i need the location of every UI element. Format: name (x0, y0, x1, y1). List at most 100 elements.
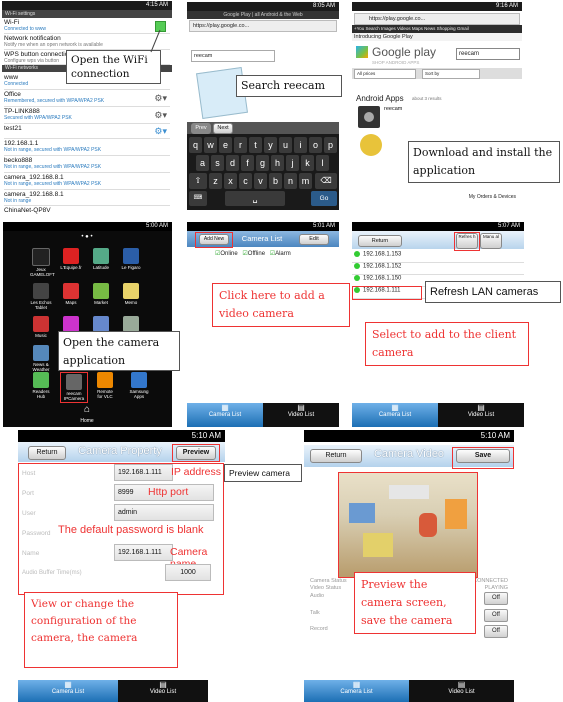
page-indicator: • ● • (81, 234, 93, 240)
record-label: Record (310, 626, 328, 632)
key-v[interactable]: v (254, 173, 267, 189)
tab-video-list[interactable]: ▤ Video List (118, 680, 208, 702)
name-field[interactable]: 192.168.1.111 (114, 544, 173, 561)
preview-object (419, 513, 437, 537)
app-music[interactable]: Music (30, 316, 52, 338)
return-button[interactable]: Return (310, 449, 362, 463)
address-bar[interactable]: https://play.google.co... (354, 13, 520, 25)
key-r[interactable]: r (234, 137, 247, 153)
orders-link[interactable]: My Orders & Devices (469, 194, 516, 200)
page-title: Camera List (241, 234, 283, 243)
edit-button[interactable]: Edit (299, 234, 329, 245)
app-latitude[interactable]: Latitude (90, 248, 112, 270)
key-k[interactable]: k (301, 155, 314, 171)
app-remote-vlc[interactable]: Remote for VLC (94, 372, 116, 399)
key-b[interactable]: b (269, 173, 282, 189)
password-note: The default password is blank (58, 524, 204, 536)
app-name[interactable]: reecam (384, 106, 402, 112)
app-lefigaro[interactable]: Le Figaro (120, 248, 142, 270)
search-input[interactable]: reecam (191, 50, 275, 62)
search-input[interactable]: reecam (456, 48, 520, 60)
sort-filter[interactable]: Sort by (422, 69, 480, 79)
key-h[interactable]: h (271, 155, 284, 171)
return-button[interactable]: Return (358, 235, 402, 247)
record-toggle[interactable]: Off (484, 625, 508, 638)
key-y[interactable]: y (264, 137, 277, 153)
app-label: reecam IPCamera (63, 391, 85, 401)
tab-video-list[interactable]: ▤ Video List (263, 403, 339, 427)
gameloft-icon (32, 248, 50, 266)
tab-camera-list[interactable]: ▦ Camera List (304, 680, 409, 702)
key-i[interactable]: i (294, 137, 307, 153)
key-o[interactable]: o (309, 137, 322, 153)
lefigaro-icon (123, 248, 139, 264)
key-t[interactable]: t (249, 137, 262, 153)
google-nav[interactable]: +You Search Images Videos Maps News Shop… (352, 25, 522, 33)
app-reecam[interactable]: reecam IPCamera (60, 372, 88, 403)
key-u[interactable]: u (279, 137, 292, 153)
key-d[interactable]: d (226, 155, 239, 171)
app-label: Readers Hub (32, 389, 50, 399)
go-key[interactable]: Go (311, 191, 337, 206)
key-l[interactable]: l (316, 155, 329, 171)
tab-label: Camera List (340, 689, 373, 695)
key-z[interactable]: z (209, 173, 222, 189)
return-button[interactable]: Return (28, 446, 66, 460)
audio-toggle[interactable]: Off (484, 592, 508, 605)
next-button[interactable]: Next (213, 123, 233, 134)
key-x[interactable]: x (224, 173, 237, 189)
key-p[interactable]: p (324, 137, 337, 153)
key-a[interactable]: a (196, 155, 209, 171)
reecam-app-icon[interactable] (358, 106, 380, 128)
address-bar[interactable]: https://play.google.co... (189, 20, 337, 32)
app-lesechos[interactable]: Les Echos Tablet (30, 283, 52, 310)
play-logo-text: Google play (372, 45, 437, 59)
manual-button[interactable]: Manu al (480, 233, 502, 249)
key-w[interactable]: w (204, 137, 217, 153)
app-maps[interactable]: Maps (60, 283, 82, 305)
talk-toggle[interactable]: Off (484, 609, 508, 622)
app-gameloft[interactable]: Jeux GAMELOFT (30, 248, 55, 277)
symbols-key-icon[interactable]: ⌨ (189, 191, 207, 206)
app-readers-hub[interactable]: Readers Hub (30, 372, 52, 399)
browser-title: Google Play | all Android & the Web (187, 11, 339, 19)
audio-buffer-label: Audio Buffer Time(ms) (22, 570, 82, 576)
key-e[interactable]: e (219, 137, 232, 153)
key-c[interactable]: c (239, 173, 252, 189)
key-m[interactable]: m (299, 173, 312, 189)
key-f[interactable]: f (241, 155, 254, 171)
home-icon[interactable]: ⌂ (76, 404, 98, 415)
space-key-icon[interactable]: ␣ (225, 191, 285, 206)
prev-button[interactable]: Prev (191, 123, 211, 134)
app-market[interactable]: Market (90, 283, 112, 305)
app-lequipe[interactable]: L'Equipe.fr (60, 248, 82, 270)
app-result-icon[interactable] (360, 134, 382, 156)
key-j[interactable]: j (286, 155, 299, 171)
shift-key-icon[interactable]: ⇧ (189, 173, 207, 189)
key-n[interactable]: n (284, 173, 297, 189)
tab-label: Video List (448, 689, 475, 695)
app-samsung-apps[interactable]: Samsung Apps (124, 372, 154, 399)
key-q[interactable]: q (189, 137, 202, 153)
price-filter[interactable]: All prices (354, 69, 416, 79)
page-title: Camera Video (373, 448, 445, 460)
name-label: Name (22, 550, 40, 557)
tab-camera-list[interactable]: ▦ Camera List (18, 680, 118, 702)
app-icon (123, 316, 139, 332)
key-g[interactable]: g (256, 155, 269, 171)
status-bar: 5:00 AM (3, 222, 172, 231)
app-news-weather[interactable]: News & Weather (30, 345, 52, 372)
tab-camera-list[interactable]: ▦ Camera List (352, 403, 438, 427)
key-s[interactable]: s (211, 155, 224, 171)
host-field[interactable]: 192.168.1.111 (114, 464, 173, 481)
app-memo[interactable]: Memo (120, 283, 142, 305)
tab-camera-list[interactable]: ▦ Camera List (187, 403, 263, 427)
user-field[interactable]: admin (114, 504, 214, 521)
audio-buffer-field[interactable]: 1000 (165, 564, 211, 581)
lan-camera-row[interactable]: 192.168.1.152 (352, 263, 524, 275)
tab-video-list[interactable]: ▤ Video List (438, 403, 524, 427)
preview-camera-callout: Preview camera (224, 464, 302, 482)
lan-camera-row[interactable]: 192.168.1.153 (352, 251, 524, 263)
backspace-key-icon[interactable]: ⌫ (315, 173, 337, 189)
tab-video-list[interactable]: ▤ Video List (409, 680, 514, 702)
